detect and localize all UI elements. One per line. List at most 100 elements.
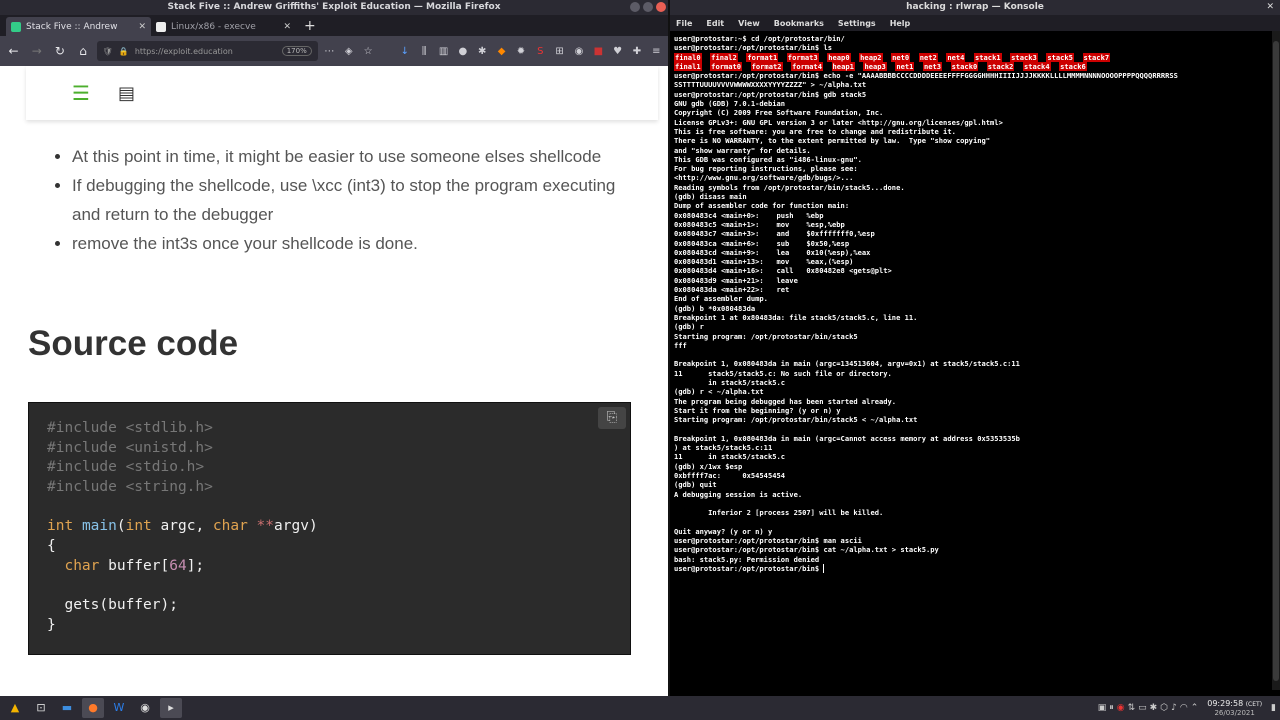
ls-entry: final1 — [674, 61, 702, 71]
library-icon[interactable]: ⫼ — [417, 46, 432, 57]
reload-icon[interactable]: ↻ — [50, 44, 69, 58]
menu-help[interactable]: Help — [890, 19, 911, 28]
obs-task-icon[interactable]: ◉ — [134, 698, 156, 718]
copy-clipboard-icon[interactable]: ⎘ — [598, 407, 626, 429]
terminal-line: 11 stack5/stack5.c: No such file or dire… — [674, 368, 892, 378]
clock[interactable]: 09:29:58 (CET) 26/03/2021 — [1201, 699, 1268, 718]
ls-entry: format1 — [746, 52, 779, 62]
foxy-icon[interactable]: ◆ — [494, 46, 509, 57]
download-icon[interactable]: ↓ — [397, 46, 412, 57]
minimize-button[interactable] — [630, 2, 640, 12]
clipboard-icon[interactable]: ▣ — [1098, 703, 1107, 713]
terminal-line: GNU gdb (GDB) 7.0.1-debian — [674, 99, 786, 109]
bookmark-star-icon[interactable]: ☆ — [360, 46, 375, 57]
addon-icon[interactable]: ⊞ — [552, 46, 567, 57]
terminal-line: user@protostar:/opt/protostar/bin$ cat ~… — [674, 545, 939, 555]
terminal-line: A debugging session is active. — [674, 489, 803, 499]
page-actions-icon[interactable]: ⋯ — [322, 46, 337, 57]
menu-icon[interactable]: ≡ — [649, 46, 664, 57]
terminal-line: Dump of assembler code for function main… — [674, 201, 850, 211]
account-icon[interactable]: ● — [455, 46, 470, 57]
terminal-line: 0x080483ca <main+6>: sub $0x50,%esp — [674, 238, 850, 248]
menu-settings[interactable]: Settings — [838, 19, 876, 28]
terminal-line: Starting program: /opt/protostar/bin/sta… — [674, 331, 858, 341]
terminal-line: user@protostar:/opt/protostar/bin$ gdb s… — [674, 89, 867, 99]
list-item: At this point in time, it might be easie… — [72, 142, 626, 171]
app-launcher-icon[interactable]: ▲ — [4, 698, 26, 718]
url-bar[interactable]: 🛡 🔒 https://exploit.education 170% — [96, 41, 318, 61]
ls-entry: heap3 — [863, 61, 887, 71]
firefox-task-icon[interactable]: ● — [82, 698, 104, 718]
terminal-line: user@protostar:/opt/protostar/bin$ ls — [674, 43, 833, 53]
forward-icon[interactable]: → — [27, 44, 46, 58]
home-icon[interactable]: ⌂ — [74, 44, 93, 58]
menu-view[interactable]: View — [738, 19, 760, 28]
wifi-icon[interactable]: ◠ — [1180, 703, 1188, 713]
menu-bookmarks[interactable]: Bookmarks — [774, 19, 824, 28]
terminal-line: user@protostar:/opt/protostar/bin$ man a… — [674, 536, 862, 546]
back-icon[interactable]: ← — [4, 44, 23, 58]
addon-icon[interactable]: ♥ — [610, 46, 625, 57]
shield-icon: 🛡 — [102, 46, 113, 56]
file-manager-icon[interactable]: ▬ — [56, 698, 78, 718]
firefox-window: Stack Five :: Andrew Griffiths' Exploit … — [0, 0, 668, 696]
updates-icon[interactable]: ⬡ — [1160, 703, 1168, 713]
konsole-task-icon[interactable]: ▸ — [160, 698, 182, 718]
audio-icon[interactable]: ♪ — [1171, 703, 1177, 713]
terminal-line: This GDB was configured as "i486-linux-g… — [674, 154, 862, 164]
desktop-pager-icon[interactable]: ⊡ — [30, 698, 52, 718]
close-tab-icon[interactable]: ✕ — [283, 22, 291, 32]
extensions-puzzle-icon[interactable]: ✚ — [629, 46, 644, 57]
sidebar-icon[interactable]: ▥ — [436, 46, 451, 57]
terminal-line: 11 in stack5/stack5.c — [674, 452, 786, 462]
ls-entry: net2 — [918, 52, 938, 62]
word-task-icon[interactable]: W — [108, 698, 130, 718]
expand-tray-icon[interactable]: ⌃ — [1191, 703, 1199, 713]
terminal-line: Breakpoint 1, 0x080483da in main (argc=C… — [674, 433, 1020, 443]
scrollbar[interactable] — [1272, 31, 1280, 690]
tab-linux-execve[interactable]: Linux/x86 - execve ✕ — [151, 17, 296, 36]
terminal-line: (gdb) disass main — [674, 192, 747, 202]
toc-list-icon[interactable]: ▤ — [118, 83, 135, 104]
page-toolbar: ☰ ▤ — [26, 66, 658, 120]
network-icon[interactable]: ⇅ — [1128, 703, 1136, 713]
terminal-line: License GPLv3+: GNU GPL version 3 or lat… — [674, 117, 1003, 127]
terminal-output[interactable]: user@protostar:~$ cd /opt/protostar/bin/… — [670, 31, 1280, 576]
new-tab-button[interactable]: + — [296, 17, 324, 36]
terminal-line: 0x080483c5 <main+1>: mov %esp,%ebp — [674, 219, 845, 229]
close-tab-icon[interactable]: ✕ — [138, 22, 146, 32]
zoom-indicator[interactable]: 170% — [281, 46, 312, 56]
pocket-icon[interactable]: ◈ — [341, 46, 356, 57]
addon-icon[interactable]: ◉ — [571, 46, 586, 57]
obs-tray-icon[interactable]: ◉ — [1117, 703, 1125, 713]
ublock-icon[interactable]: ■ — [591, 46, 606, 57]
addon-icon[interactable]: S — [533, 46, 548, 57]
code-line: { — [47, 538, 56, 555]
tab-label: Linux/x86 - execve — [171, 21, 256, 32]
close-window-button[interactable] — [656, 2, 666, 12]
tab-label: Stack Five :: Andrew — [26, 21, 118, 32]
terminal-line: in stack5/stack5.c — [674, 377, 786, 387]
code-line: gets(buffer); — [64, 597, 178, 614]
menu-edit[interactable]: Edit — [706, 19, 724, 28]
terminal-line: 0x080483c4 <main+0>: push %ebp — [674, 210, 824, 220]
extension-icon[interactable]: ✱ — [475, 46, 490, 57]
ls-entry: stack2 — [986, 61, 1015, 71]
close-window-button[interactable]: ✕ — [1266, 0, 1274, 15]
list-item: remove the int3s once your shellcode is … — [72, 229, 626, 258]
terminal-line: (gdb) quit — [674, 480, 717, 490]
tab-stack-five[interactable]: Stack Five :: Andrew ✕ — [6, 17, 151, 36]
bluetooth-icon[interactable]: ✱ — [1150, 703, 1158, 713]
settings-gear-icon[interactable]: ✹ — [513, 46, 528, 57]
show-desktop-icon[interactable]: ▮ — [1271, 703, 1276, 713]
pause-icon[interactable]: ⏸ — [1109, 703, 1114, 713]
maximize-button[interactable] — [643, 2, 653, 12]
hamburger-menu-icon[interactable]: ☰ — [72, 81, 90, 105]
konsole-menubar: File Edit View Bookmarks Settings Help — [670, 15, 1280, 31]
terminal-line: 0xbffff7ac: 0x54545454 — [674, 470, 786, 480]
display-icon[interactable]: ▭ — [1138, 703, 1147, 713]
menu-file[interactable]: File — [676, 19, 692, 28]
